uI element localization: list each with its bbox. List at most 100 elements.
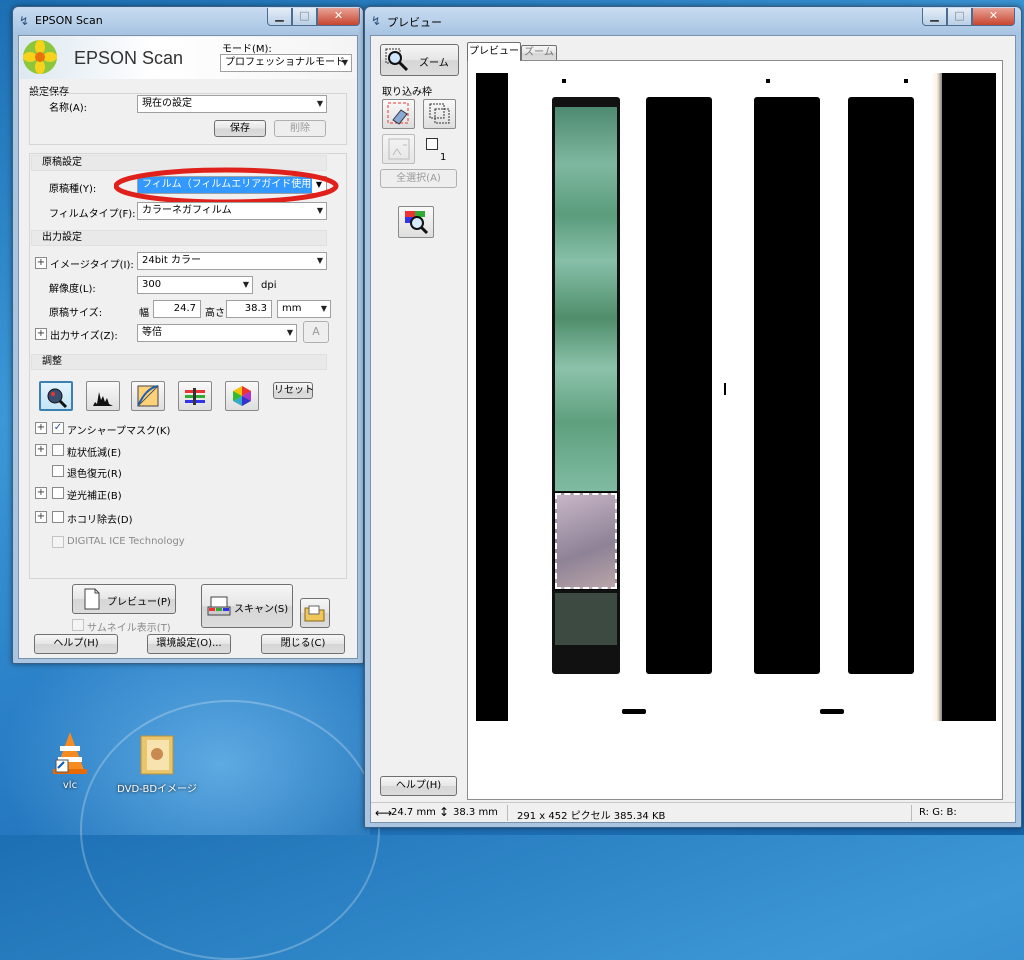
maximize-button[interactable]: □ bbox=[292, 8, 317, 26]
film-frame-selected[interactable] bbox=[554, 492, 618, 590]
auto-exposure-button[interactable] bbox=[39, 381, 73, 411]
epson-scan-window: ↯ EPSON Scan ▁ □ ✕ EPSON Scan モード(M): プロ… bbox=[12, 6, 364, 664]
thumbnail-checkbox[interactable] bbox=[72, 619, 84, 631]
unsharp-mask-checkbox[interactable]: ✓ bbox=[52, 422, 64, 434]
name-select[interactable]: 現在の設定 ▼ bbox=[137, 95, 327, 113]
image-type-select[interactable]: 24bit カラー ▼ bbox=[137, 252, 327, 270]
backlight-correction-label: 逆光補正(B) bbox=[67, 491, 122, 502]
preview-button[interactable]: プレビュー(P) bbox=[72, 584, 176, 614]
minimize-button[interactable]: ▁ bbox=[922, 8, 947, 26]
output-size-select[interactable]: 等倍 ▼ bbox=[137, 324, 297, 342]
height-input[interactable]: 38.3 bbox=[226, 300, 272, 318]
width-input[interactable]: 24.7 bbox=[153, 300, 201, 318]
holder-mark bbox=[562, 79, 566, 83]
maximize-button[interactable]: □ bbox=[947, 8, 972, 26]
auto-locate-button[interactable] bbox=[398, 206, 434, 238]
holder-mark bbox=[904, 79, 908, 83]
color-restoration-label: 退色復元(R) bbox=[67, 469, 122, 480]
film-holder-edge bbox=[932, 73, 942, 721]
save-button[interactable]: 保存 bbox=[214, 120, 266, 137]
close-window-button[interactable]: ✕ bbox=[317, 8, 360, 26]
resolution-select[interactable]: 300 ▼ bbox=[137, 276, 253, 294]
film-frames bbox=[555, 107, 617, 491]
eraser-frame-icon bbox=[387, 102, 408, 125]
dust-removal-checkbox[interactable] bbox=[52, 511, 64, 523]
copy-frame-button[interactable] bbox=[423, 99, 456, 129]
red-highlight-circle bbox=[114, 167, 339, 205]
film-frame-blank bbox=[555, 593, 617, 645]
copy-frame-icon bbox=[429, 103, 449, 124]
unit-select[interactable]: mm ▼ bbox=[277, 300, 331, 318]
film-type-select[interactable]: カラーネガフィルム ▼ bbox=[137, 202, 327, 220]
select-all-button[interactable]: 全選択(A) bbox=[380, 169, 457, 188]
preview-help-button[interactable]: ヘルプ(H) bbox=[380, 776, 457, 796]
mode-select[interactable]: プロフェッショナルモード ▼ bbox=[220, 54, 352, 72]
digital-ice-checkbox[interactable] bbox=[52, 536, 64, 548]
histogram-icon bbox=[93, 392, 113, 406]
status-divider bbox=[507, 805, 508, 821]
output-size-edit-button[interactable]: A bbox=[303, 321, 329, 343]
original-size-label: 原稿サイズ: bbox=[49, 308, 103, 319]
expand-backlight-button[interactable]: + bbox=[35, 487, 47, 499]
epson-scan-client: EPSON Scan モード(M): プロフェッショナルモード ▼ 設定保存 名… bbox=[18, 35, 358, 659]
frame-count: 1 bbox=[440, 152, 447, 163]
zoom-button[interactable]: ズーム bbox=[380, 44, 459, 76]
help-button[interactable]: ヘルプ(H) bbox=[34, 634, 118, 654]
window-title: EPSON Scan bbox=[35, 14, 103, 27]
reset-button[interactable]: リセット bbox=[273, 382, 314, 399]
preview-window: ↯ プレビュー ▁ □ ✕ ズーム 取り込み枠 1 全選択(A) ヘルプ(H) … bbox=[364, 6, 1022, 828]
expand-output-size-button[interactable]: + bbox=[35, 328, 47, 340]
tab-preview[interactable]: プレビュー bbox=[467, 42, 521, 61]
image-type-label: イメージタイプ(I): bbox=[50, 260, 134, 271]
color-balance-button[interactable] bbox=[178, 381, 212, 411]
desktop-icon-label: DVD-BDイメージ bbox=[117, 784, 197, 795]
desktop-icon-vlc[interactable]: vlc bbox=[40, 730, 100, 800]
grain-reduction-checkbox[interactable] bbox=[52, 444, 64, 456]
frame-dimension-button[interactable] bbox=[382, 134, 415, 164]
digital-ice-label: DIGITAL ICE Technology bbox=[67, 536, 185, 547]
backlight-correction-checkbox[interactable] bbox=[52, 487, 64, 499]
expand-dust-button[interactable]: + bbox=[35, 511, 47, 523]
capture-frame-label: 取り込み枠 bbox=[382, 87, 432, 98]
environment-settings-button[interactable]: 環境設定(O)... bbox=[147, 634, 231, 654]
document-icon bbox=[84, 588, 100, 610]
status-pixel-info: 291 x 452 ピクセル 385.34 KB bbox=[517, 811, 666, 822]
close-button[interactable]: 閉じる(C) bbox=[261, 634, 345, 654]
desktop-icon-label: vlc bbox=[62, 780, 78, 791]
vlc-cone-icon bbox=[53, 732, 87, 774]
folder-icon bbox=[304, 605, 325, 622]
expand-image-type-button[interactable]: + bbox=[35, 257, 47, 269]
desktop-icon-dvd-folder[interactable]: DVD-BDイメージ bbox=[112, 730, 202, 800]
expand-unsharp-button[interactable]: + bbox=[35, 422, 47, 434]
scan-button[interactable]: スキャン(S) bbox=[201, 584, 293, 628]
epson-logo-banner: EPSON Scan モード(M): プロフェッショナルモード ▼ bbox=[20, 37, 356, 79]
histogram-button[interactable] bbox=[86, 381, 120, 411]
output-size-value: 等倍 bbox=[142, 327, 162, 338]
epson-app-icon: ↯ bbox=[371, 14, 382, 28]
chevron-down-icon: ▼ bbox=[316, 206, 323, 215]
chevron-down-icon: ▼ bbox=[341, 58, 348, 67]
film-strip-1 bbox=[552, 97, 620, 674]
open-folder-button[interactable] bbox=[300, 598, 330, 628]
mode-label: モード(M): bbox=[222, 44, 272, 55]
status-height: 38.3 mm bbox=[453, 807, 498, 818]
epson-scan-titlebar[interactable]: ↯ EPSON Scan ▁ □ ✕ bbox=[13, 7, 363, 35]
close-window-button[interactable]: ✕ bbox=[972, 8, 1015, 26]
color-palette-icon bbox=[233, 386, 251, 406]
film-type-value: カラーネガフィルム bbox=[142, 205, 232, 216]
mode-value: プロフェッショナルモード bbox=[225, 57, 345, 68]
tone-curve-button[interactable] bbox=[131, 381, 165, 411]
minimize-button[interactable]: ▁ bbox=[267, 8, 292, 26]
preview-titlebar[interactable]: ↯ プレビュー ▁ □ ✕ bbox=[365, 7, 1021, 35]
color-restoration-checkbox[interactable] bbox=[52, 465, 64, 477]
dust-removal-label: ホコリ除去(D) bbox=[67, 515, 133, 526]
delete-button[interactable]: 削除 bbox=[274, 120, 326, 137]
magnifier-icon bbox=[385, 48, 409, 72]
erase-frame-button[interactable] bbox=[382, 99, 415, 129]
document-type-label: 原稿種(Y): bbox=[49, 184, 97, 195]
film-strip-2 bbox=[646, 97, 712, 674]
expand-grain-button[interactable]: + bbox=[35, 444, 47, 456]
tab-zoom[interactable]: ズーム bbox=[521, 45, 557, 61]
color-palette-button[interactable] bbox=[225, 381, 259, 411]
preview-image[interactable] bbox=[476, 73, 996, 721]
